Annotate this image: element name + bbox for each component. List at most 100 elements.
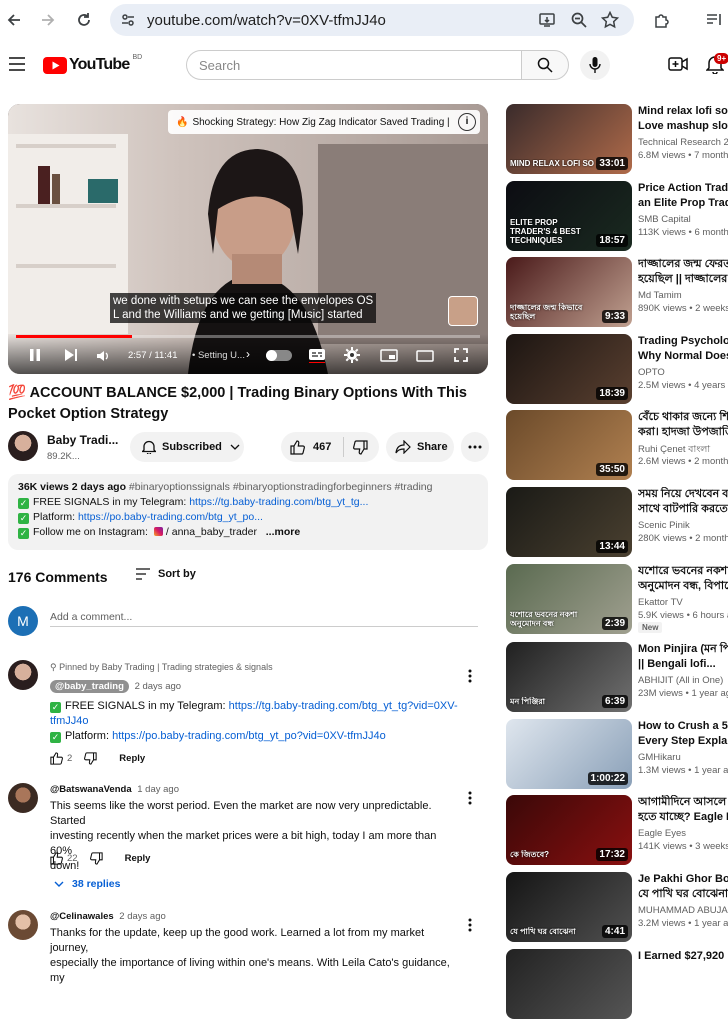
- autoplay-toggle[interactable]: [266, 350, 292, 361]
- chapter-chevron-icon[interactable]: ›: [246, 347, 250, 361]
- reading-list-icon[interactable]: [702, 8, 726, 32]
- search-input[interactable]: Search: [186, 50, 522, 80]
- search-button[interactable]: [521, 50, 569, 80]
- comment-age[interactable]: 2 days ago: [119, 911, 165, 922]
- video-title[interactable]: আগামীদিনে আসলে: [638, 795, 728, 810]
- video-thumbnail[interactable]: 13:44: [506, 487, 632, 557]
- create-video-icon[interactable]: [668, 56, 688, 77]
- video-title-line-2[interactable]: সাথে বাটপারি করতে: [638, 502, 728, 517]
- video-thumbnail[interactable]: দাজ্জালের জন্ম কিভাবে হয়েছিল 9:33: [506, 257, 632, 327]
- fullscreen-icon[interactable]: [454, 348, 468, 367]
- video-thumbnail[interactable]: ELITE PROP TRADER'S 4 BEST TECHNIQUES 18:…: [506, 181, 632, 251]
- video-thumbnail[interactable]: 35:50: [506, 410, 632, 480]
- video-thumbnail[interactable]: মন পিঞ্জিরা 6:39: [506, 642, 632, 712]
- channel-name[interactable]: MUHAMMAD ABUJAR: [638, 905, 728, 916]
- channel-name[interactable]: OPTO: [638, 367, 665, 378]
- video-title-line-2[interactable]: an Elite Prop Trader: [638, 196, 728, 211]
- video-thumbnail[interactable]: 18:39: [506, 334, 632, 404]
- theater-mode-icon[interactable]: [416, 349, 434, 367]
- pause-icon[interactable]: [28, 348, 42, 367]
- recommended-video[interactable]: যশোরে ভবনের নকশা অনুমোদন বন্ধ 2:39 যশোরে ভ…: [506, 564, 728, 634]
- menu-hamburger-icon[interactable]: [9, 57, 25, 76]
- recommended-video[interactable]: মন পিঞ্জিরা 6:39 Mon Pinjira (মন পিঞ্জিরা)…: [506, 642, 728, 712]
- sort-by-button[interactable]: Sort by: [136, 568, 196, 580]
- subtitles-icon[interactable]: [308, 347, 326, 368]
- video-title-line-2[interactable]: যে পাখি ঘর বোঝেনা [: [638, 887, 728, 902]
- recommended-video[interactable]: 18:39 Trading PsychologyWhy Normal Doesn'…: [506, 334, 728, 404]
- instagram-link[interactable]: / anna_baby_trader: [166, 526, 257, 538]
- recommended-video[interactable]: যে পাখি ঘর বোঝেনা 4:41 Je Pakhi Ghor Bojhe…: [506, 872, 728, 942]
- extensions-icon[interactable]: [650, 8, 674, 32]
- video-title-line-2[interactable]: করা। হাদজা উপজাতি: [638, 425, 728, 440]
- video-title-line-2[interactable]: Love mashup slowed: [638, 119, 728, 134]
- video-thumbnail[interactable]: কে জিতবে? 17:32: [506, 795, 632, 865]
- telegram-link[interactable]: https://tg.baby-trading.com/btg_yt_tg...: [189, 496, 368, 508]
- video-title-line-2[interactable]: Every Step Explained: [638, 734, 728, 749]
- share-button[interactable]: Share: [386, 432, 454, 462]
- video-title-line-2[interactable]: Why Normal Doesn't: [638, 349, 728, 364]
- recommended-video[interactable]: I Earned $27,920 in: [506, 949, 728, 1019]
- forward-arrow-icon[interactable]: [36, 8, 60, 32]
- video-thumbnail[interactable]: যশোরে ভবনের নকশা অনুমোদন বন্ধ 2:39: [506, 564, 632, 634]
- view-replies-button[interactable]: 38 replies: [54, 878, 120, 890]
- voice-search-button[interactable]: [580, 50, 610, 80]
- comment-menu-icon[interactable]: [468, 791, 472, 810]
- platform-link[interactable]: https://po.baby-trading.com/btg_yt_po...: [78, 511, 263, 523]
- recommended-video[interactable]: কে জিতবে? 17:32 আগামীদিনে আসলে হতে যাচ্ছে? …: [506, 795, 728, 865]
- settings-gear-icon[interactable]: [344, 347, 360, 368]
- install-app-icon[interactable]: [538, 11, 556, 34]
- channel-name[interactable]: SMB Capital: [638, 214, 691, 225]
- comment-link-continued[interactable]: tfmJJ4o: [50, 714, 460, 729]
- channel-name[interactable]: Md Tamim: [638, 290, 682, 301]
- recommended-video[interactable]: 13:44 সময় নিয়ে দেখবেন ব সাথে বাটপারি করত…: [506, 487, 728, 557]
- video-title[interactable]: Price Action Trading: [638, 181, 728, 196]
- recommended-video[interactable]: 35:50 বেঁচে থাকার জন্যে শি করা। হাদজা উপজা…: [506, 410, 728, 480]
- like-thumb-icon[interactable]: [290, 439, 305, 455]
- video-title-line-2[interactable]: অনুমোদন বন্ধ, বিপাকে: [638, 579, 728, 594]
- more-link[interactable]: ...more: [266, 526, 300, 538]
- dislike-thumb-icon[interactable]: [353, 439, 368, 455]
- recommended-video[interactable]: ELITE PROP TRADER'S 4 BEST TECHNIQUES 18:…: [506, 181, 728, 251]
- info-icon[interactable]: i: [458, 113, 476, 131]
- comment-link[interactable]: https://po.baby-trading.com/btg_yt_po?vi…: [112, 730, 386, 742]
- channel-name[interactable]: Baby Tradi...: [47, 433, 118, 447]
- comment-age[interactable]: 2 days ago: [135, 681, 181, 692]
- video-thumbnail[interactable]: [506, 949, 632, 1019]
- channel-name[interactable]: Eagle Eyes: [638, 828, 686, 839]
- zoom-icon[interactable]: [570, 11, 588, 34]
- reload-icon[interactable]: [72, 8, 96, 32]
- address-bar[interactable]: youtube.com/watch?v=0XV-tfmJJ4o: [110, 4, 634, 36]
- more-actions-button[interactable]: [461, 432, 489, 462]
- reply-button[interactable]: Reply: [125, 853, 151, 864]
- video-title[interactable]: Je Pakhi Ghor Bojhe: [638, 872, 728, 887]
- comment-author[interactable]: @Celinawales: [50, 911, 114, 922]
- recommended-video[interactable]: MIND RELAX LOFI SO 33:01 Mind relax lofi s…: [506, 104, 728, 174]
- bookmark-star-icon[interactable]: [600, 10, 620, 34]
- progress-bar[interactable]: [16, 335, 480, 338]
- comment-age[interactable]: 1 day ago: [137, 784, 179, 795]
- video-title[interactable]: Mind relax lofi song: [638, 104, 728, 119]
- subscribed-button[interactable]: Subscribed: [130, 432, 244, 462]
- overlay-title-bar[interactable]: 🔥 Shocking Strategy: How Zig Zag Indicat…: [168, 110, 480, 134]
- comment-menu-icon[interactable]: [468, 669, 472, 688]
- comment-author[interactable]: @baby_trading: [50, 680, 129, 693]
- description-box[interactable]: 36K views 2 days ago #binaryoptionssigna…: [8, 474, 488, 550]
- back-arrow-icon[interactable]: [2, 8, 26, 32]
- like-thumb-icon[interactable]: [50, 752, 63, 765]
- commenter-avatar[interactable]: [8, 910, 38, 940]
- video-title[interactable]: দাজ্জালের জন্ম ফেরত: [638, 257, 728, 272]
- video-title-line-2[interactable]: || Bengali lofi...: [638, 657, 728, 672]
- video-title-line-2[interactable]: হতে যাচ্ছে? Eagle Eyes: [638, 810, 728, 825]
- comment-link[interactable]: https://tg.baby-trading.com/btg_yt_tg?vi…: [229, 700, 458, 712]
- next-video-icon[interactable]: [64, 348, 78, 367]
- reply-button[interactable]: Reply: [119, 753, 145, 764]
- miniplayer-icon[interactable]: [380, 349, 398, 367]
- video-title[interactable]: Mon Pinjira (মন পিঞ্জিরা): [638, 642, 728, 657]
- commenter-avatar[interactable]: [8, 783, 38, 813]
- video-thumbnail[interactable]: MIND RELAX LOFI SO 33:01: [506, 104, 632, 174]
- volume-icon[interactable]: [96, 349, 110, 367]
- comment-menu-icon[interactable]: [468, 918, 472, 937]
- channel-name[interactable]: Scenic Pinik: [638, 520, 690, 531]
- channel-name[interactable]: GMHikaru: [638, 752, 681, 763]
- video-title-line-2[interactable]: হয়েছিল || দাজ্জালের: [638, 272, 728, 287]
